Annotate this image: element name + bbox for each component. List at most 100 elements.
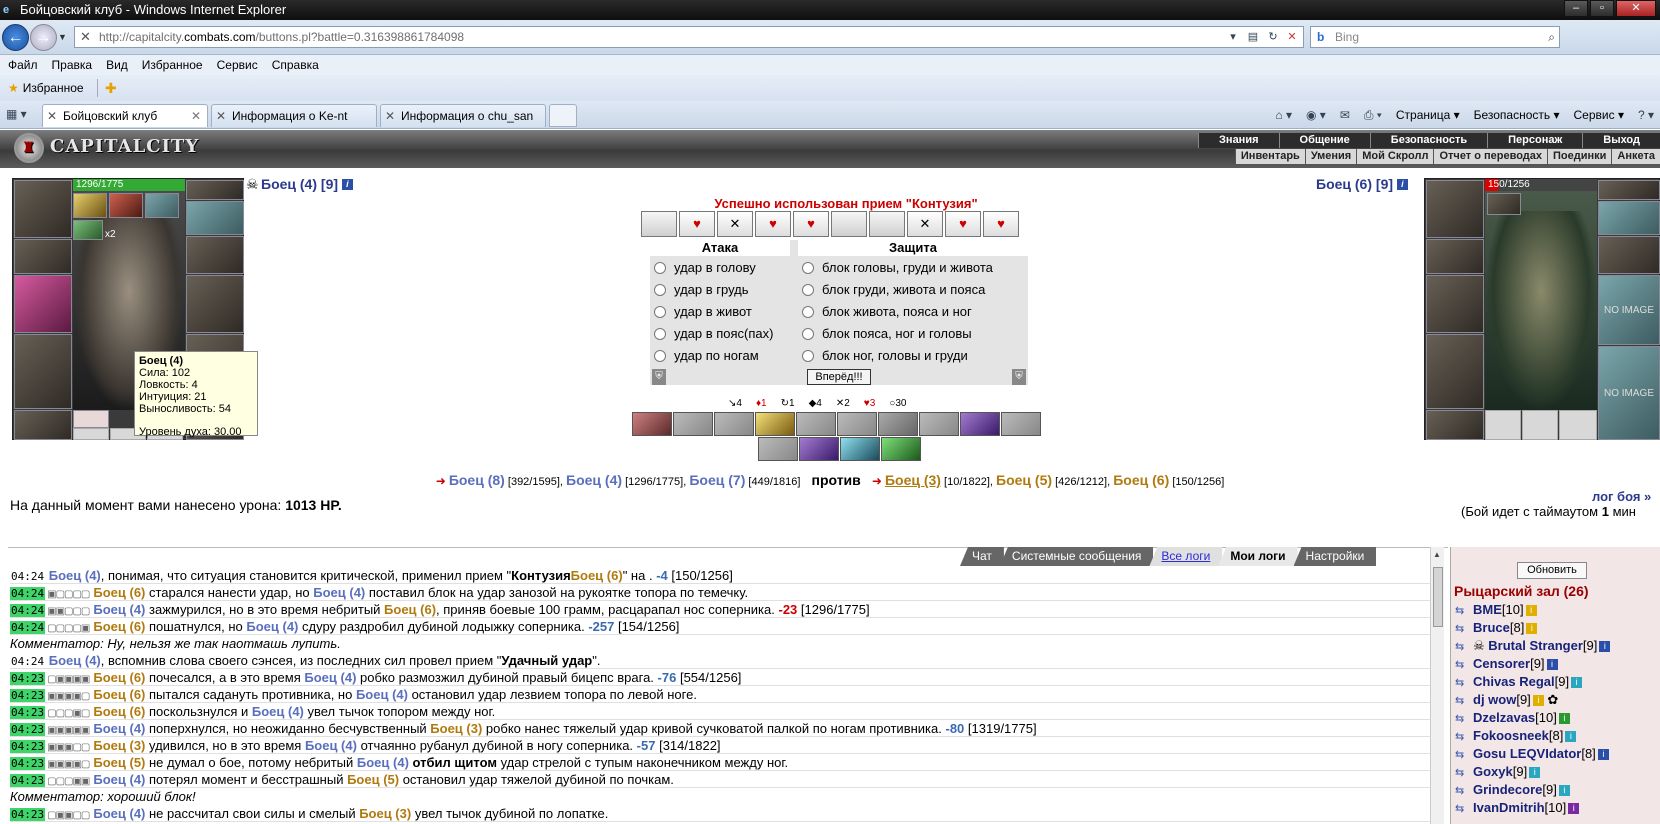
log-fighter[interactable]: Боец (4)	[313, 585, 365, 600]
skill-button[interactable]	[755, 412, 795, 436]
log-fighter[interactable]: Боец (6)	[93, 704, 145, 719]
weapon-slot[interactable]	[14, 275, 72, 333]
bracers-slot[interactable]	[1426, 239, 1484, 274]
bracers-slot[interactable]	[14, 239, 72, 274]
armor-slot[interactable]	[14, 334, 72, 409]
attack-option-head[interactable]: удар в голову	[654, 260, 756, 276]
ring-slots[interactable]	[186, 201, 244, 235]
player-nick[interactable]: Brutal Stranger	[1488, 638, 1583, 653]
skill-button[interactable]	[673, 412, 713, 436]
private-message-icon[interactable]: ⇆	[1455, 800, 1473, 818]
log-fighter[interactable]: Боец (4)	[252, 704, 304, 719]
minimize-button[interactable]: –	[1564, 0, 1588, 17]
radio-button[interactable]	[802, 350, 814, 362]
scroll-thumb[interactable]	[1433, 567, 1443, 627]
attack-option-chest[interactable]: удар в грудь	[654, 282, 749, 298]
log-fighter[interactable]: Боец (6)	[384, 602, 436, 617]
log-fighter[interactable]: Боец (6)	[93, 687, 145, 702]
info-icon[interactable]: i	[341, 179, 353, 190]
nav-duels[interactable]: Поединки	[1547, 149, 1611, 164]
effect-slot[interactable]	[1487, 193, 1521, 215]
player-info-icon[interactable]: i	[1529, 767, 1541, 778]
log-fighter[interactable]: Боец (6)	[93, 670, 145, 685]
empty-slot[interactable]	[73, 428, 109, 440]
scroll-up-icon[interactable]: ▲	[1433, 550, 1441, 559]
log-fighter[interactable]: Боец (4)	[93, 772, 145, 787]
defense-option-4[interactable]: блок пояса, ног и головы	[802, 326, 972, 342]
tab-fight-club[interactable]: ✕ Бойцовский клуб ✕	[42, 104, 208, 127]
player-info-icon[interactable]: i	[1526, 623, 1538, 634]
skill-button[interactable]	[1001, 412, 1041, 436]
earring-slot[interactable]	[1598, 180, 1660, 200]
weapon-slot[interactable]	[1426, 275, 1484, 333]
empty-slot[interactable]	[1522, 410, 1558, 440]
player-nick[interactable]: dj wow	[1473, 692, 1516, 707]
nav-inventory[interactable]: Инвентарь	[1234, 149, 1305, 164]
menu-tools[interactable]: Сервис	[217, 55, 258, 75]
private-message-icon[interactable]: ⇆	[1455, 764, 1473, 782]
log-fighter[interactable]: Боец (4)	[93, 721, 145, 736]
private-message-icon[interactable]: ⇆	[1455, 656, 1473, 674]
technique-heart-icon[interactable]: ♥	[755, 211, 791, 237]
mail-icon[interactable]: ✉	[1340, 105, 1350, 125]
new-tab-button[interactable]	[549, 104, 577, 127]
left-fighter-name[interactable]: Боец (4) [9] i	[261, 176, 353, 192]
refresh-button[interactable]: Обновить	[1517, 562, 1587, 579]
log-fighter[interactable]: Боец (4)	[93, 806, 145, 821]
log-fighter[interactable]: Боец (3)	[430, 721, 482, 736]
tools-menu[interactable]: Сервис ▾	[1574, 105, 1624, 125]
team-member[interactable]: Боец (3)	[885, 472, 941, 488]
skill-button[interactable]	[799, 437, 839, 461]
empty-slot[interactable]	[1485, 410, 1521, 440]
log-fighter[interactable]: Боец (4)	[49, 568, 101, 583]
nav-knowledge[interactable]: Знания	[1198, 133, 1278, 148]
private-message-icon[interactable]: ⇆	[1455, 674, 1473, 692]
technique-cross-icon[interactable]: ✕	[907, 211, 943, 237]
player-info-icon[interactable]: i	[1599, 641, 1611, 652]
back-button[interactable]: ←	[2, 24, 29, 51]
player-info-icon[interactable]: i	[1558, 785, 1570, 796]
shield-left-icon[interactable]: ⛨	[652, 369, 666, 385]
radio-button[interactable]	[802, 262, 814, 274]
menu-help[interactable]: Справка	[272, 55, 319, 75]
radio-button[interactable]	[654, 350, 666, 362]
nav-security[interactable]: Безопасность	[1369, 133, 1487, 148]
private-message-icon[interactable]: ⇆	[1455, 620, 1473, 638]
player-nick[interactable]: IvanDmitrih	[1473, 800, 1545, 815]
team-member[interactable]: Боец (5)	[996, 472, 1052, 488]
private-message-icon[interactable]: ⇆	[1455, 728, 1473, 746]
safety-menu[interactable]: Безопасность ▾	[1474, 105, 1560, 125]
page-menu[interactable]: Страница ▾	[1396, 105, 1460, 125]
log-fighter[interactable]: Боец (3)	[93, 738, 145, 753]
log-fighter[interactable]: Боец (6)	[93, 619, 145, 634]
radio-button[interactable]	[654, 262, 666, 274]
close-window-button[interactable]: ✕	[1616, 0, 1656, 17]
tab-info-chu-san[interactable]: ✕ Информация о chu_san	[380, 104, 546, 127]
maximize-button[interactable]: ▫	[1590, 0, 1614, 17]
empty-slot[interactable]	[1559, 410, 1597, 440]
private-message-icon[interactable]: ⇆	[1455, 638, 1473, 656]
player-nick[interactable]: Dzelzavas	[1473, 710, 1535, 725]
defense-option-2[interactable]: блок груди, живота и пояса	[802, 282, 985, 298]
skill-button[interactable]	[881, 437, 921, 461]
close-tab-icon[interactable]: ✕	[191, 105, 201, 127]
log-fighter[interactable]: Боец (6)	[93, 585, 145, 600]
skill-button[interactable]	[632, 412, 672, 436]
team-member[interactable]: Боец (8)	[449, 472, 505, 488]
nav-profile[interactable]: Анкета	[1611, 149, 1660, 164]
tab-all-logs[interactable]: Все логи	[1149, 547, 1223, 566]
attack-option-groin[interactable]: удар в пояс(пах)	[654, 326, 773, 342]
elixir-slot[interactable]	[73, 410, 109, 428]
player-info-icon[interactable]: i	[1558, 713, 1570, 724]
tab-chat[interactable]: Чат	[960, 547, 1004, 566]
technique-slot[interactable]	[869, 211, 905, 237]
shield-slot[interactable]	[186, 275, 244, 333]
menu-view[interactable]: Вид	[106, 55, 128, 75]
technique-heart-icon[interactable]: ♥	[679, 211, 715, 237]
player-nick[interactable]: Chivas Regal	[1473, 674, 1555, 689]
gloves-slot[interactable]	[1598, 236, 1660, 274]
private-message-icon[interactable]: ⇆	[1455, 782, 1473, 800]
home-icon[interactable]: ⌂ ▾	[1275, 105, 1292, 125]
nav-transfer-report[interactable]: Отчет о переводах	[1433, 149, 1547, 164]
menu-file[interactable]: Файл	[8, 55, 38, 75]
